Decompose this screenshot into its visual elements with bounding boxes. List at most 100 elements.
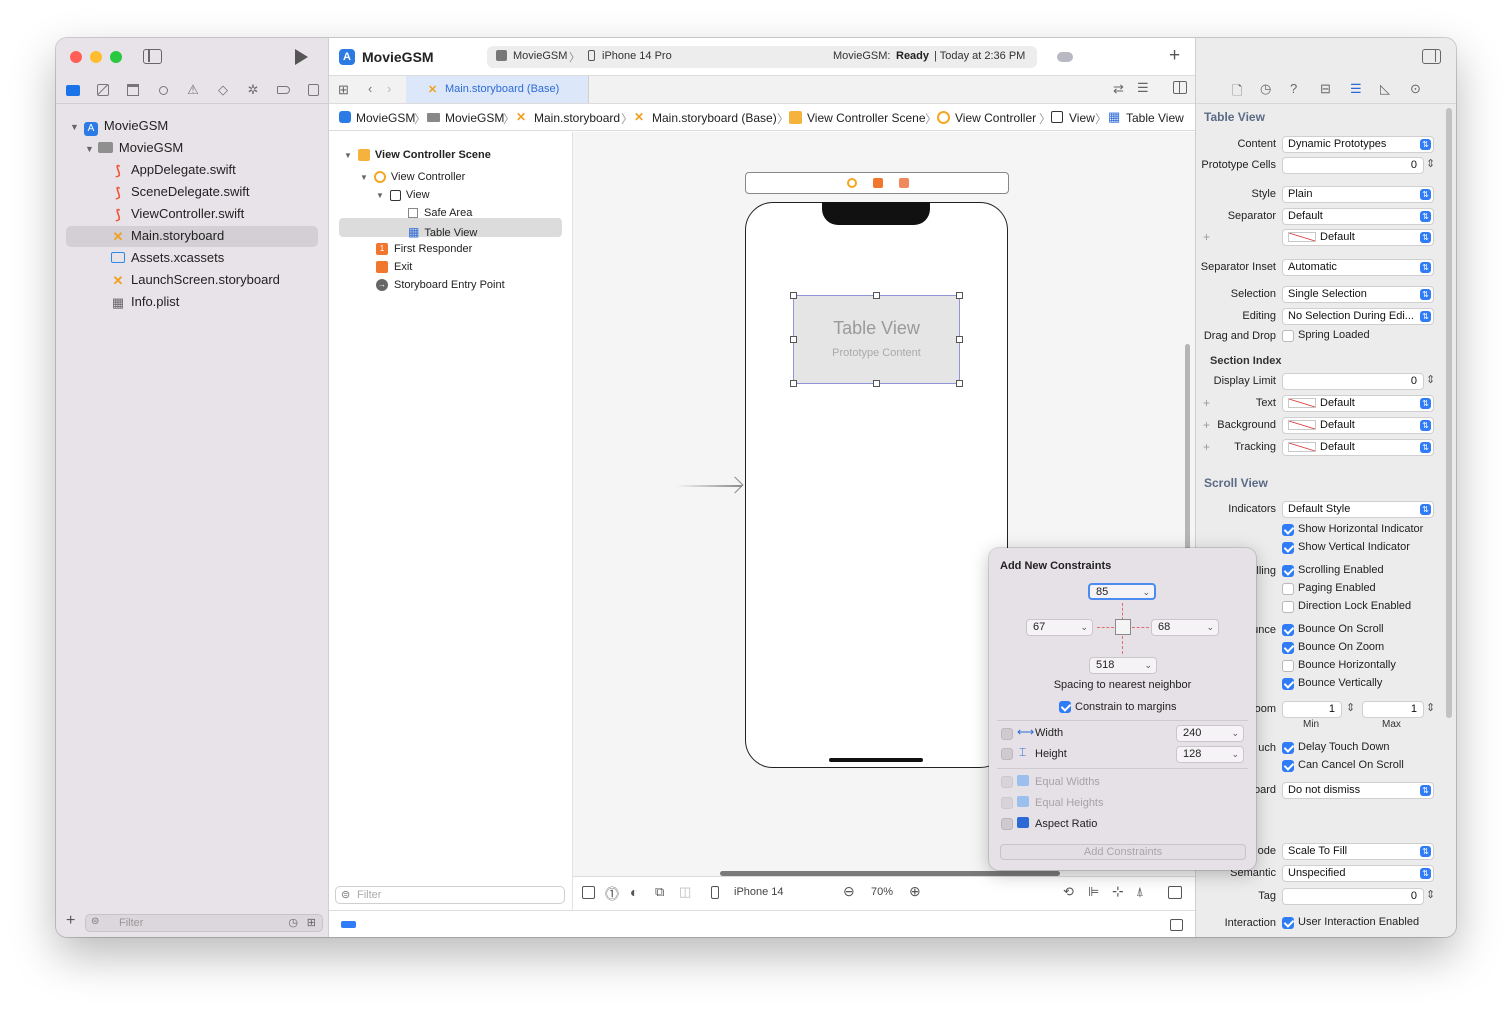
display-limit-field[interactable]: 0 [1282,373,1424,390]
navigator-filter-field[interactable]: ⊜ Filter ◷ ⊞ [85,914,323,932]
stepper[interactable]: ⇕ [1426,157,1435,170]
tab-main-storyboard[interactable]: ✕ Main.storyboard (Base) [406,76,589,103]
warning-icon[interactable]: ⚠ [186,82,200,97]
zoom-max-field[interactable]: 1 [1362,701,1424,718]
bounce-vertically-checkbox[interactable] [1282,678,1294,690]
changed-files-icon[interactable]: ⊞ [307,916,316,929]
update-frames-icon[interactable]: ⟲ [1063,884,1074,900]
appearance-icon[interactable]: ◐ [630,884,638,900]
direction-lock-checkbox[interactable] [1282,601,1294,613]
separator-inset-popup[interactable]: Automatic ⇅ [1282,259,1434,276]
bounce-scroll-checkbox[interactable] [1282,624,1294,636]
outline-scene[interactable]: ▼ View Controller Scene [344,149,491,162]
related-items-icon[interactable]: ⇄ [1113,81,1124,97]
sidebar-toggle-icon[interactable] [143,49,162,64]
editing-popup[interactable]: No Selection During Edi... ⇅ [1282,308,1434,325]
canvas-vertical-scrollbar[interactable] [1185,344,1190,554]
inspector-scrollbar[interactable] [1446,108,1452,718]
tree-item-file[interactable]: ✕ LaunchScreen.storyboard [110,270,280,290]
device-selector[interactable]: iPhone 14 Pro [602,50,672,62]
tree-item-file[interactable]: ▦ Info.plist [110,292,180,312]
align-icon[interactable]: ⊫ [1088,884,1099,900]
close-window-button[interactable] [70,51,82,63]
console-toggle-icon[interactable] [1170,919,1183,931]
embed-in-icon[interactable] [1168,886,1182,899]
spring-loaded-checkbox[interactable] [1282,330,1294,342]
scheme-selector[interactable]: MovieGSM [513,50,567,62]
leading-strut[interactable] [1097,627,1114,628]
attributes-inspector-icon[interactable]: ☰ [1350,81,1362,97]
activity-view[interactable]: MovieGSM 〉 iPhone 14 Pro MovieGSM: Ready… [487,46,1037,68]
tree-item-file-selected[interactable]: ✕ Main.storyboard [110,226,225,246]
file-inspector-icon[interactable]: 🗋 [1232,82,1242,104]
breakpoint-icon[interactable] [276,83,290,97]
source-control-icon[interactable] [96,83,110,97]
outline-entry-point[interactable]: → Storyboard Entry Point [376,279,505,292]
zoom-window-button[interactable] [110,51,122,63]
device-config-button[interactable]: iPhone 14 [734,886,784,898]
tag-field[interactable]: 0 [1282,888,1424,905]
outline-safe-area[interactable]: Safe Area [408,207,472,219]
tree-item-group[interactable]: ▼ MovieGSM [85,138,183,158]
content-popup[interactable]: Dynamic Prototypes ⇅ [1282,136,1434,153]
bottom-strut[interactable] [1122,636,1123,654]
show-horizontal-checkbox[interactable] [1282,524,1294,536]
jumpbar-item[interactable]: MovieGSM [445,111,504,125]
height-field[interactable]: 128 ⌄ [1176,746,1244,763]
accessibility-icon[interactable]: ⓵ [605,884,619,904]
resize-handle[interactable] [956,336,963,343]
stepper[interactable]: ⇕ [1426,701,1435,714]
add-constraints-button[interactable]: Add Constraints [1000,844,1246,860]
stepper[interactable]: ⇕ [1426,888,1435,901]
plus-icon[interactable]: + [1203,418,1210,432]
add-file-button[interactable]: + [66,913,75,929]
equal-widths-checkbox[interactable] [1001,776,1013,788]
index-background-color-popup[interactable]: Default ⇅ [1282,417,1434,434]
show-vertical-checkbox[interactable] [1282,542,1294,554]
forward-button[interactable]: › [387,81,391,96]
tree-item-file[interactable]: ⟆ ViewController.swift [110,204,244,224]
tree-item-file[interactable]: Assets.xcassets [110,248,224,268]
style-popup[interactable]: Plain ⇅ [1282,186,1434,203]
resize-handle[interactable] [956,292,963,299]
size-inspector-icon[interactable]: ◺ [1380,81,1390,97]
jumpbar-item[interactable]: Main.storyboard (Base) [652,111,777,125]
stepper[interactable]: ⇕ [1346,701,1355,714]
run-button[interactable] [295,49,308,65]
outline-view[interactable]: ▼ View [376,189,430,201]
add-constraints-icon[interactable]: ⊹ [1112,883,1124,900]
tree-item-file[interactable]: ⟆ AppDelegate.swift [110,160,235,180]
zoom-in-icon[interactable]: ⊕ [909,883,921,900]
jumpbar-item[interactable]: View [1069,111,1095,125]
document-outline-toggle-icon[interactable] [582,886,595,899]
cancel-scroll-checkbox[interactable] [1282,760,1294,772]
user-interaction-checkbox[interactable] [1282,917,1294,929]
identity-inspector-icon[interactable]: ⊟ [1320,81,1331,97]
orientation-icon[interactable]: ⧉ [655,884,664,900]
split-editor-icon[interactable] [1173,81,1187,94]
trailing-spacing-field[interactable]: 68 ⌄ [1151,619,1219,636]
debug-icon[interactable]: ✲ [246,82,260,97]
delay-touch-checkbox[interactable] [1282,742,1294,754]
jumpbar-item[interactable]: MovieGSM [356,111,415,125]
recent-files-icon[interactable]: ◷ [288,916,298,929]
scrolling-enabled-checkbox[interactable] [1282,565,1294,577]
editor-options-icon[interactable]: ☰ [1137,80,1149,96]
bottom-spacing-field[interactable]: 518 ⌄ [1089,657,1157,674]
tree-item-project[interactable]: ▼ A MovieGSM [70,116,168,136]
zoom-out-icon[interactable]: ⊖ [843,883,855,900]
report-icon[interactable] [306,83,320,97]
grid-icon[interactable]: ⊞ [338,82,349,98]
back-button[interactable]: ‹ [368,81,372,96]
keyboard-popup[interactable]: Do not dismiss ⇅ [1282,782,1434,799]
symbol-icon[interactable] [126,83,140,97]
equal-heights-checkbox[interactable] [1001,797,1013,809]
plus-icon[interactable]: + [1203,440,1210,454]
folder-icon[interactable] [66,83,80,97]
height-checkbox[interactable] [1001,748,1013,760]
inspector-toggle-icon[interactable] [1422,49,1441,64]
connections-inspector-icon[interactable]: ⊙ [1410,81,1421,97]
scene-dock[interactable] [745,172,1009,194]
content-mode-popup[interactable]: Scale To Fill ⇅ [1282,843,1434,860]
bounce-zoom-checkbox[interactable] [1282,642,1294,654]
